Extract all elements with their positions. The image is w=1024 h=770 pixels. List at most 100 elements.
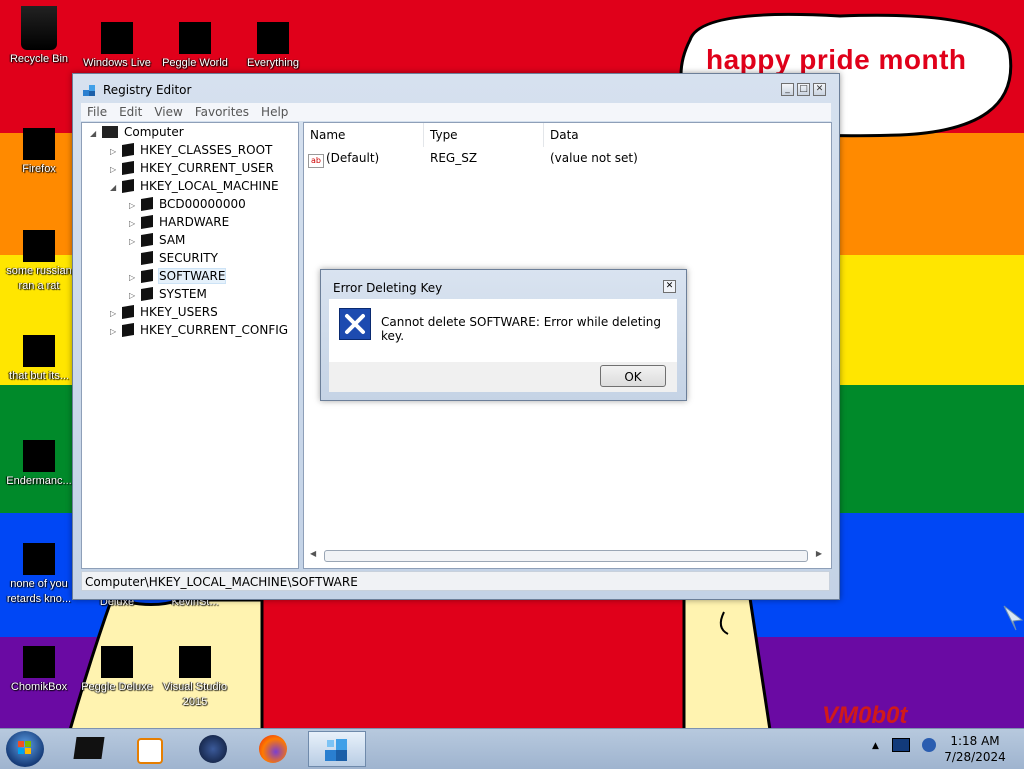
bubble-text: happy pride month [706, 44, 967, 75]
dialog-body: Cannot delete SOFTWARE: Error while dele… [329, 299, 677, 362]
scrollbar-thumb[interactable] [324, 550, 808, 562]
error-dialog: Error Deleting Key ✕ Cannot delete SOFTW… [320, 269, 687, 401]
horizontal-scrollbar[interactable]: ◀ ▶ [310, 548, 822, 562]
folder-icon [122, 178, 134, 194]
peggle-deluxe-icon [101, 646, 133, 678]
desktop-icon-chomikbox[interactable]: ChomikBox [2, 646, 76, 695]
scroll-right-icon[interactable]: ▶ [816, 549, 822, 558]
menu-view[interactable]: View [148, 103, 188, 121]
tree-item-computer[interactable]: ◢ Computer [90, 123, 184, 141]
orb-app-icon [199, 735, 227, 763]
dialog-message: Cannot delete SOFTWARE: Error while dele… [381, 315, 662, 343]
tree-item-hkey-users[interactable]: ▷ HKEY_USERS [110, 303, 218, 321]
key-tree: ◢ Computer ▷ HKEY_CLASSES_ROOT ▷ HKEY_CURRE… [81, 122, 299, 569]
desktop-icon-firefox[interactable]: Firefox [2, 128, 76, 177]
folder-icon [141, 250, 153, 266]
start-button[interactable] [6, 731, 44, 767]
tree-item-hkey-classes-root[interactable]: ▷ HKEY_CLASSES_ROOT [110, 141, 272, 159]
desktop-icon-label: ChomikBox [10, 681, 68, 693]
menu-edit[interactable]: Edit [113, 103, 148, 121]
ok-button[interactable]: OK [600, 365, 666, 387]
clock-date: 7/28/2024 [944, 750, 1006, 764]
desktop-icon-windows-live[interactable]: Windows Live [80, 6, 154, 71]
taskbar-explorer-button[interactable] [62, 731, 116, 767]
taskbar-regedit-button[interactable] [308, 731, 366, 767]
network-icon[interactable] [891, 737, 910, 752]
tree-item-hkey-current-user[interactable]: ▷ HKEY_CURRENT_USER [110, 159, 274, 177]
desktop-icon-russian-rat[interactable]: some russian ran a rat [2, 230, 76, 294]
menu-file[interactable]: File [81, 103, 113, 121]
list-item[interactable]: ab (Default) REG_SZ (value not set) [308, 149, 828, 168]
visual-studio-icon [179, 646, 211, 678]
tree-item-hkey-current-config[interactable]: ▷ HKEY_CURRENT_CONFIG [110, 321, 288, 339]
desktop-icon-label: some russian ran a rat [6, 265, 72, 292]
folder-icon [122, 304, 134, 320]
minimize-button[interactable]: _ [781, 83, 794, 96]
desktop-icon-label: Firefox [22, 163, 56, 175]
desktop-icon-peggle-deluxe[interactable]: Peggle Deluxe [80, 646, 154, 695]
desktop-icon-peggle-world[interactable]: Peggle World [158, 6, 232, 71]
endermanch-icon [23, 440, 55, 472]
clock[interactable]: 1:18 AM 7/28/2024 [940, 733, 1010, 765]
desktop-icon-visual-studio[interactable]: Visual Studio 2015 [158, 646, 232, 710]
desktop-icon-label: Endermanc... [6, 475, 72, 487]
volume-icon[interactable] [921, 737, 936, 752]
tree-item-sam[interactable]: ▷ SAM [129, 231, 185, 249]
registry-editor-icon [83, 85, 95, 96]
expander-icon[interactable]: ◢ [90, 125, 102, 143]
scroll-left-icon[interactable]: ◀ [310, 549, 316, 558]
status-bar: Computer\HKEY_LOCAL_MACHINE\SOFTWARE [81, 571, 830, 591]
taskbar-app-button[interactable] [186, 731, 240, 767]
tree-item-security[interactable]: SECURITY [129, 249, 218, 267]
value-name: (Default) [326, 151, 380, 165]
show-hidden-icons-icon[interactable]: ▲ [872, 741, 882, 751]
desktop-icon-label: that but its... [9, 370, 69, 382]
column-header-type[interactable]: Type [424, 123, 544, 147]
tree-item-system[interactable]: ▷ SYSTEM [129, 285, 207, 303]
expander-icon[interactable]: ◢ [110, 179, 122, 197]
menu-help[interactable]: Help [255, 103, 294, 121]
menu-bar: File Edit View Favorites Help [81, 103, 831, 121]
taskbar: ▲ 1:18 AM 7/28/2024 [0, 728, 1024, 769]
column-header-data[interactable]: Data [544, 123, 831, 147]
tree-item-bcd[interactable]: ▷ BCD00000000 [129, 195, 246, 213]
window-title: Registry Editor [103, 83, 192, 97]
close-button[interactable]: ✕ [813, 83, 826, 96]
tree-item-hardware[interactable]: ▷ HARDWARE [129, 213, 229, 231]
desktop-icon-shortcut[interactable]: that but its... [2, 335, 76, 384]
none-of-you-icon [23, 543, 55, 575]
folder-icon [141, 232, 153, 248]
clock-time: 1:18 AM [950, 734, 1000, 748]
desktop-icon-label: Visual Studio 2015 [162, 681, 227, 708]
desktop-icon-label: Peggle World [162, 57, 228, 69]
column-header-name[interactable]: Name [304, 123, 424, 147]
menu-favorites[interactable]: Favorites [189, 103, 255, 121]
folder-icon [122, 160, 134, 176]
shortcut-icon [23, 335, 55, 367]
title-bar[interactable]: Registry Editor _ □ ✕ [73, 74, 839, 104]
desktop-icon-label: Windows Live [83, 57, 151, 69]
taskbar-firefox-button[interactable] [246, 731, 300, 767]
desktop-icon-none-of-you[interactable]: none of you retards kno... [2, 543, 76, 607]
value-data: (value not set) [550, 151, 638, 165]
registry-editor-icon [325, 739, 347, 761]
maximize-button[interactable]: □ [797, 83, 810, 96]
desktop-icon-recycle-bin[interactable]: Recycle Bin [2, 6, 76, 67]
media-player-icon [137, 738, 163, 764]
folder-icon [141, 214, 153, 230]
desktop-icon-endermanch[interactable]: Endermanc... [2, 440, 76, 489]
dialog-footer: OK [329, 362, 677, 392]
computer-icon [102, 126, 118, 138]
tree-item-software[interactable]: ▷ SOFTWARE [129, 267, 227, 285]
expander-icon[interactable]: ▷ [110, 323, 122, 341]
taskbar-media-player-button[interactable] [122, 731, 176, 767]
desktop-icon-label: Recycle Bin [9, 53, 69, 65]
everything-icon [257, 22, 289, 54]
desktop-icon-everything[interactable]: Everything [236, 6, 310, 71]
string-value-icon: ab [308, 154, 324, 168]
folder-icon [141, 196, 153, 212]
dialog-close-button[interactable]: ✕ [663, 280, 676, 293]
recycle-bin-icon [21, 6, 57, 50]
windows-live-icon [101, 22, 133, 54]
tree-item-hkey-local-machine[interactable]: ◢ HKEY_LOCAL_MACHINE [110, 177, 279, 195]
